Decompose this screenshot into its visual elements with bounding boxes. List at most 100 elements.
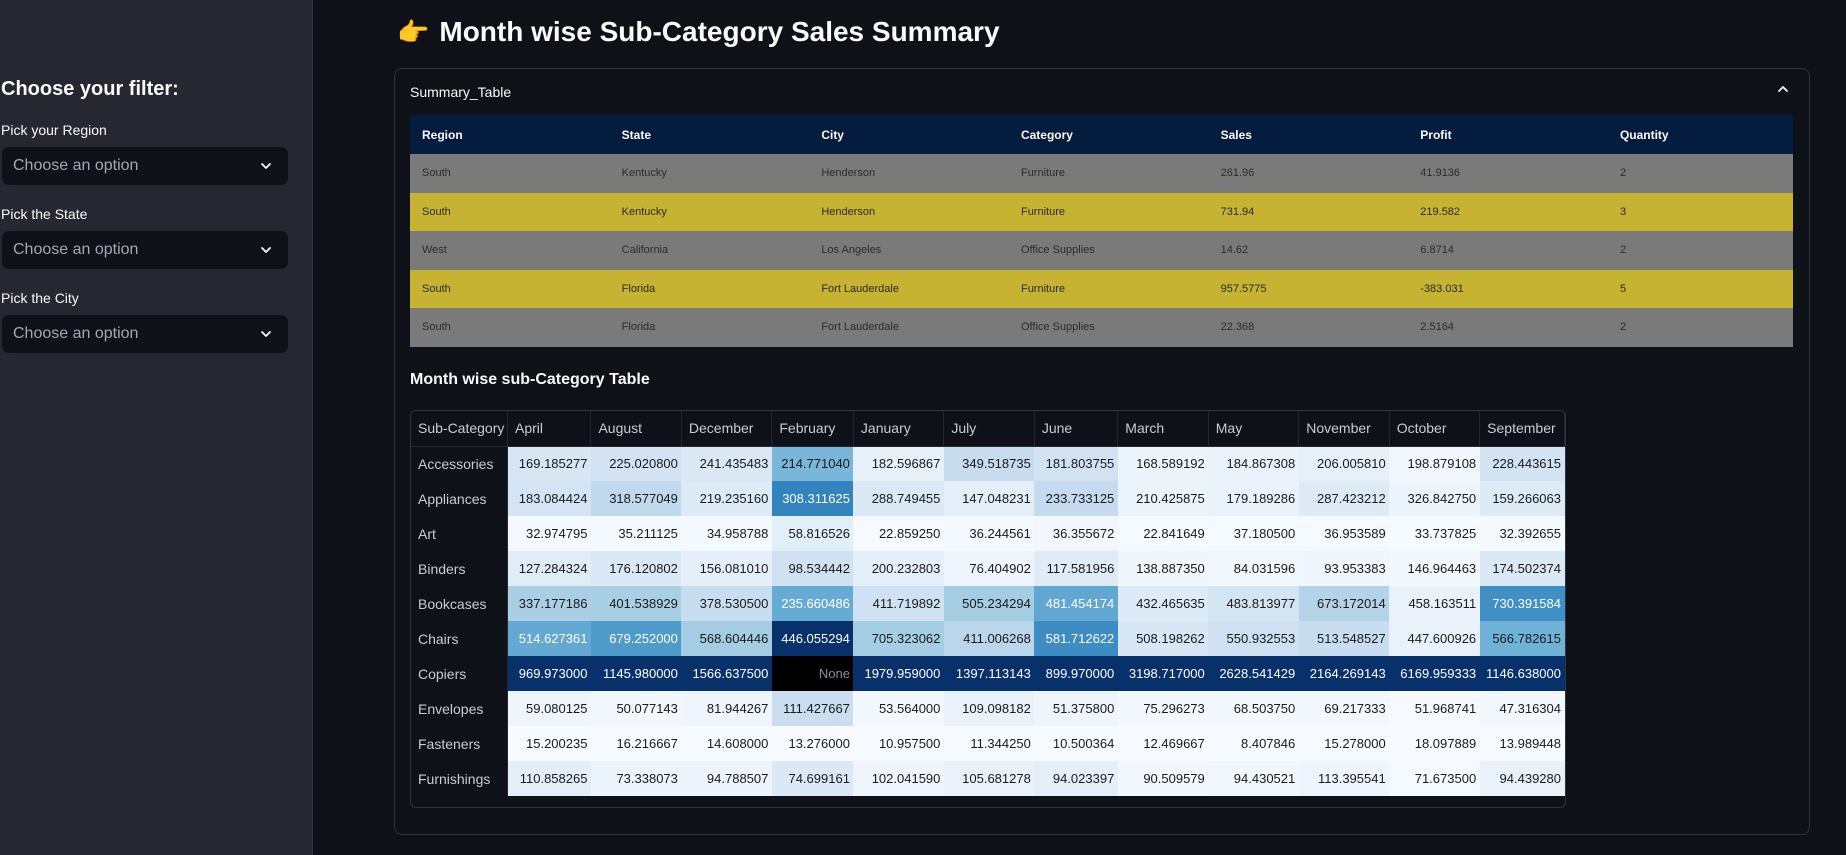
table-cell[interactable]: 14.608000 <box>681 726 772 761</box>
month-table-column-header[interactable]: September <box>1479 411 1565 447</box>
table-cell[interactable]: 183.084424 <box>507 481 591 516</box>
table-cell[interactable]: 111.427667 <box>771 691 854 726</box>
region-select[interactable]: Choose an option <box>1 146 289 186</box>
summary-column-header[interactable]: Region <box>410 115 610 154</box>
table-cell[interactable]: 71.673500 <box>1389 761 1480 796</box>
table-cell[interactable]: 432.465635 <box>1117 586 1209 621</box>
table-cell[interactable]: 59.080125 <box>507 691 591 726</box>
table-cell[interactable]: 505.234294 <box>943 586 1035 621</box>
table-cell[interactable]: 68.503750 <box>1208 691 1299 726</box>
table-cell[interactable]: 36.355672 <box>1034 516 1118 551</box>
table-cell[interactable]: 73.338073 <box>590 761 682 796</box>
table-cell[interactable]: 308.311625 <box>771 481 854 516</box>
row-header-cell[interactable]: Envelopes <box>411 691 508 726</box>
row-header-cell[interactable]: Copiers <box>411 656 508 691</box>
table-cell[interactable]: 10.500364 <box>1034 726 1118 761</box>
table-cell[interactable]: 508.198262 <box>1117 621 1209 656</box>
table-cell[interactable]: 113.395541 <box>1298 761 1390 796</box>
month-table-column-header[interactable]: October <box>1389 411 1481 447</box>
table-cell[interactable]: 13.989448 <box>1479 726 1565 761</box>
table-cell[interactable]: 326.842750 <box>1389 481 1480 516</box>
table-cell[interactable]: 76.404902 <box>943 551 1035 586</box>
month-table[interactable]: Sub-Category April August December February J… <box>411 411 1565 796</box>
table-cell[interactable]: 228.443615 <box>1479 446 1565 481</box>
table-cell[interactable]: 32.974795 <box>507 516 591 551</box>
table-cell[interactable]: 899.970000 <box>1034 656 1118 691</box>
table-cell[interactable]: 182.596867 <box>853 446 944 481</box>
table-cell[interactable]: 117.581956 <box>1034 551 1118 586</box>
table-cell[interactable]: 159.266063 <box>1479 481 1565 516</box>
table-cell[interactable]: 37.180500 <box>1208 516 1299 551</box>
table-cell[interactable]: 138.887350 <box>1117 551 1209 586</box>
table-cell[interactable]: 169.185277 <box>507 446 591 481</box>
table-cell[interactable]: 53.564000 <box>853 691 944 726</box>
month-table-column-header[interactable]: November <box>1298 411 1390 447</box>
table-cell[interactable]: 51.968741 <box>1389 691 1480 726</box>
table-cell[interactable]: 94.439280 <box>1479 761 1565 796</box>
summary-column-header[interactable]: State <box>609 115 810 154</box>
table-cell[interactable]: 730.391584 <box>1479 586 1565 621</box>
table-cell[interactable]: 411.006268 <box>943 621 1035 656</box>
month-table-column-header[interactable]: January <box>853 411 945 447</box>
table-cell[interactable]: 6169.959333 <box>1389 656 1480 691</box>
table-cell[interactable]: 447.600926 <box>1389 621 1480 656</box>
month-table-column-header[interactable]: May <box>1208 411 1300 447</box>
table-cell[interactable]: 51.375800 <box>1034 691 1118 726</box>
table-cell[interactable]: 22.841649 <box>1117 516 1209 551</box>
table-cell[interactable]: 411.719892 <box>853 586 944 621</box>
table-cell[interactable]: 481.454174 <box>1034 586 1118 621</box>
table-cell[interactable]: 568.604446 <box>681 621 772 656</box>
table-cell[interactable]: 8.407846 <box>1208 726 1299 761</box>
table-cell[interactable]: 679.252000 <box>590 621 682 656</box>
table-cell[interactable]: 235.660486 <box>771 586 854 621</box>
month-table-column-header[interactable]: August <box>590 411 682 447</box>
city-select[interactable]: Choose an option <box>1 314 289 354</box>
table-cell[interactable]: 2164.269143 <box>1298 656 1390 691</box>
table-cell[interactable]: 1146.638000 <box>1479 656 1565 691</box>
table-cell[interactable]: 233.733125 <box>1034 481 1118 516</box>
table-cell[interactable]: None <box>771 656 854 691</box>
table-cell[interactable]: 105.681278 <box>943 761 1035 796</box>
month-table-column-header[interactable]: December <box>681 411 773 447</box>
table-cell[interactable]: 127.284324 <box>507 551 591 586</box>
state-select[interactable]: Choose an option <box>1 230 289 270</box>
table-cell[interactable]: 94.023397 <box>1034 761 1118 796</box>
table-cell[interactable]: 147.048231 <box>943 481 1035 516</box>
table-cell[interactable]: 110.858265 <box>507 761 591 796</box>
month-table-column-header[interactable]: July <box>943 411 1035 447</box>
row-header-cell[interactable]: Binders <box>411 551 508 586</box>
table-cell[interactable]: 34.958788 <box>681 516 772 551</box>
table-cell[interactable]: 13.276000 <box>771 726 854 761</box>
table-cell[interactable]: 1145.980000 <box>590 656 682 691</box>
month-table-container[interactable]: Sub-Category April August December February J… <box>410 410 1566 808</box>
table-cell[interactable]: 514.627361 <box>507 621 591 656</box>
table-cell[interactable]: 18.097889 <box>1389 726 1480 761</box>
table-cell[interactable]: 287.423212 <box>1298 481 1390 516</box>
month-table-column-header[interactable]: February <box>771 411 854 447</box>
table-cell[interactable]: 36.953589 <box>1298 516 1390 551</box>
table-cell[interactable]: 174.502374 <box>1479 551 1565 586</box>
row-header-cell[interactable]: Fasteners <box>411 726 508 761</box>
table-cell[interactable]: 181.803755 <box>1034 446 1118 481</box>
table-cell[interactable]: 1566.637500 <box>681 656 772 691</box>
table-cell[interactable]: 102.041590 <box>853 761 944 796</box>
table-cell[interactable]: 90.509579 <box>1117 761 1209 796</box>
table-cell[interactable]: 176.120802 <box>590 551 682 586</box>
table-cell[interactable]: 225.020800 <box>590 446 682 481</box>
table-cell[interactable]: 179.189286 <box>1208 481 1299 516</box>
table-cell[interactable]: 11.344250 <box>943 726 1035 761</box>
table-cell[interactable]: 241.435483 <box>681 446 772 481</box>
row-header-cell[interactable]: Appliances <box>411 481 508 516</box>
table-cell[interactable]: 401.538929 <box>590 586 682 621</box>
table-cell[interactable]: 581.712622 <box>1034 621 1118 656</box>
table-cell[interactable]: 22.859250 <box>853 516 944 551</box>
expander-title[interactable]: Summary_Table <box>410 84 511 100</box>
table-cell[interactable]: 94.430521 <box>1208 761 1299 796</box>
row-header-cell[interactable]: Accessories <box>411 446 508 481</box>
table-cell[interactable]: 16.216667 <box>590 726 682 761</box>
table-cell[interactable]: 146.964463 <box>1389 551 1480 586</box>
row-header-cell[interactable]: Art <box>411 516 508 551</box>
table-cell[interactable]: 98.534442 <box>771 551 854 586</box>
table-cell[interactable]: 210.425875 <box>1117 481 1209 516</box>
table-cell[interactable]: 50.077143 <box>590 691 682 726</box>
